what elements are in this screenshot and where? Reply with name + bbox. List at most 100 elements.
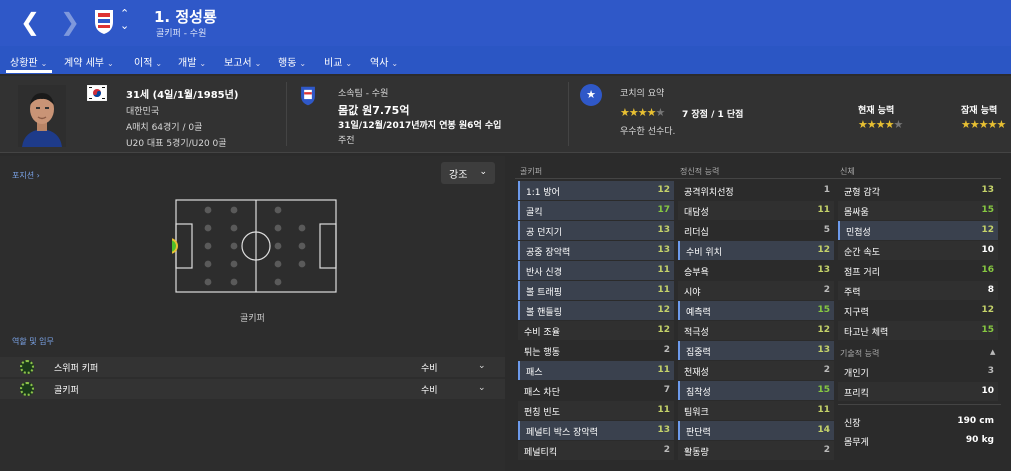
attribute-name: 지구력 — [844, 308, 869, 318]
attribute-value: 10 — [981, 245, 994, 255]
attribute-name: 리더십 — [684, 228, 709, 238]
attribute-row[interactable]: 리더십 5 — [678, 221, 834, 240]
attribute-row[interactable]: 천재성 2 — [678, 361, 834, 380]
coach-rating-stars: ★★★★★ — [620, 106, 665, 119]
attribute-value: 2 — [663, 445, 670, 455]
emphasis-dropdown[interactable]: 강조 ⌄ — [441, 162, 495, 184]
attribute-row[interactable]: 시야 2 — [678, 281, 834, 300]
attribute-value: 11 — [657, 265, 670, 275]
attribute-name: 집중력 — [686, 348, 711, 358]
attribute-row[interactable]: 몸싸움 15 — [838, 201, 998, 220]
attribute-name: 패스 — [526, 368, 543, 378]
attribute-row[interactable]: 지구력 12 — [838, 301, 998, 320]
attribute-value: 11 — [817, 405, 830, 415]
attribute-row[interactable]: 민첩성 12 — [838, 221, 998, 240]
position-link[interactable]: 포지션 › — [12, 170, 40, 181]
attribute-name: 팀워크 — [684, 408, 709, 418]
tab-overview[interactable]: 상황판 ⌄ — [10, 54, 47, 69]
header-divider — [286, 82, 287, 146]
attribute-name: 공 던지기 — [526, 228, 562, 238]
club-badge-small-icon[interactable] — [300, 86, 316, 106]
attribute-row[interactable]: 균형 감각 13 — [838, 181, 998, 200]
tab-compare[interactable]: 비교 ⌄ — [324, 54, 352, 69]
attribute-row[interactable]: 볼 핸들링 12 — [518, 301, 674, 320]
tab-development[interactable]: 개발 ⌄ — [178, 54, 206, 69]
player-u20: U20 대표 5경기/U20 0골 — [126, 139, 227, 149]
attribute-row[interactable]: 대담성 11 — [678, 201, 834, 220]
attribute-row[interactable]: 펀칭 빈도 11 — [518, 401, 674, 420]
squad-status: 주전 — [338, 136, 355, 146]
attribute-name: 골킥 — [526, 208, 543, 218]
attribute-row[interactable]: 개인기 3 — [838, 362, 998, 381]
attribute-name: 천재성 — [684, 368, 709, 378]
attribute-row[interactable]: 페널티 박스 장악력 13 — [518, 421, 674, 440]
height-row: 신장 190 cm — [844, 416, 994, 429]
tab-transfer[interactable]: 이적 ⌄ — [134, 54, 162, 69]
current-ability-stars: ★★★★★ — [858, 118, 903, 131]
korea-flag-icon — [87, 85, 107, 101]
attribute-value: 13 — [817, 345, 830, 355]
attribute-row[interactable]: 집중력 13 — [678, 341, 834, 360]
forward-arrow-icon[interactable]: ❯ — [60, 10, 80, 34]
attribute-value: 17 — [657, 205, 670, 215]
current-ability-label: 현재 능력 — [858, 106, 895, 116]
role-row[interactable]: 스위퍼 키퍼 수비 ⌄ — [0, 357, 505, 377]
attribute-name: 개인기 — [844, 369, 869, 379]
attribute-row[interactable]: 예측력 15 — [678, 301, 834, 320]
player-nation[interactable]: 대한민국 — [126, 104, 159, 117]
attribute-row[interactable]: 점프 거리 16 — [838, 261, 998, 280]
tab-reports[interactable]: 보고서 ⌄ — [224, 54, 261, 69]
attribute-value: 15 — [981, 205, 994, 215]
club-switch-icon[interactable]: ⌃ ⌄ — [120, 8, 129, 32]
attribute-row[interactable]: 골킥 17 — [518, 201, 674, 220]
roles-link[interactable]: 역할 및 임무 — [12, 336, 54, 347]
attribute-name: 볼 트래핑 — [526, 288, 562, 298]
attribute-row[interactable]: 페널티킥 2 — [518, 441, 674, 460]
attribute-row[interactable]: 침착성 15 — [678, 381, 834, 400]
attribute-row[interactable]: 주력 8 — [838, 281, 998, 300]
role-duty[interactable]: 수비 — [421, 361, 438, 374]
attribute-value: 2 — [663, 345, 670, 355]
technical-header: 기술적 능력 — [840, 349, 880, 358]
attribute-row[interactable]: 1:1 방어 12 — [518, 181, 674, 200]
collapse-icon[interactable]: ▲ — [990, 348, 995, 356]
attribute-row[interactable]: 프리킥 10 — [838, 382, 998, 401]
back-arrow-icon[interactable]: ❮ — [20, 10, 40, 34]
attribute-name: 주력 — [844, 288, 861, 298]
role-row[interactable]: 골키퍼 수비 ⌄ — [0, 379, 505, 399]
chevron-down-icon[interactable]: ⌄ — [478, 361, 486, 371]
title-bar: ❮ ❯ ⌃ ⌄ 1. 정성룡 골키퍼 - 수원 — [0, 0, 1011, 46]
active-tab-indicator — [6, 70, 52, 73]
player-caps: A매치 64경기 / 0골 — [126, 123, 203, 133]
tab-history[interactable]: 역사 ⌄ — [370, 54, 398, 69]
attribute-name: 승부욕 — [684, 268, 709, 278]
player-value: 몸값 원7.75억 — [338, 104, 410, 117]
attribute-row[interactable]: 적극성 12 — [678, 321, 834, 340]
attribute-row[interactable]: 판단력 14 — [678, 421, 834, 440]
attribute-value: 13 — [657, 245, 670, 255]
tab-actions[interactable]: 행동 ⌄ — [278, 54, 306, 69]
club-badge-icon[interactable] — [94, 9, 114, 35]
attribute-row[interactable]: 공 던지기 13 — [518, 221, 674, 240]
attribute-row[interactable]: 활동량 2 — [678, 441, 834, 460]
attribute-row[interactable]: 공중 장악력 13 — [518, 241, 674, 260]
attribute-row[interactable]: 수비 조율 12 — [518, 321, 674, 340]
attribute-name: 타고난 체력 — [844, 328, 889, 338]
attribute-row[interactable]: 타고난 체력 15 — [838, 321, 998, 340]
player-name: 1. 정성룡 — [154, 8, 217, 26]
attribute-row[interactable]: 패스 11 — [518, 361, 674, 380]
attribute-row[interactable]: 수비 위치 12 — [678, 241, 834, 260]
attribute-row[interactable]: 반사 신경 11 — [518, 261, 674, 280]
attribute-row[interactable]: 볼 트래핑 11 — [518, 281, 674, 300]
club-team[interactable]: 소속팀 - 수원 — [338, 86, 388, 99]
attribute-row[interactable]: 패스 차단 7 — [518, 381, 674, 400]
attribute-value: 2 — [823, 445, 830, 455]
attribute-row[interactable]: 튀는 행동 2 — [518, 341, 674, 360]
chevron-down-icon[interactable]: ⌄ — [478, 383, 486, 393]
attribute-row[interactable]: 팀워크 11 — [678, 401, 834, 420]
tab-contract[interactable]: 계약 세부 ⌄ — [64, 54, 114, 69]
role-duty[interactable]: 수비 — [421, 383, 438, 396]
attribute-row[interactable]: 승부욕 13 — [678, 261, 834, 280]
attribute-row[interactable]: 순간 속도 10 — [838, 241, 998, 260]
attribute-row[interactable]: 공격위치선정 1 — [678, 181, 834, 200]
